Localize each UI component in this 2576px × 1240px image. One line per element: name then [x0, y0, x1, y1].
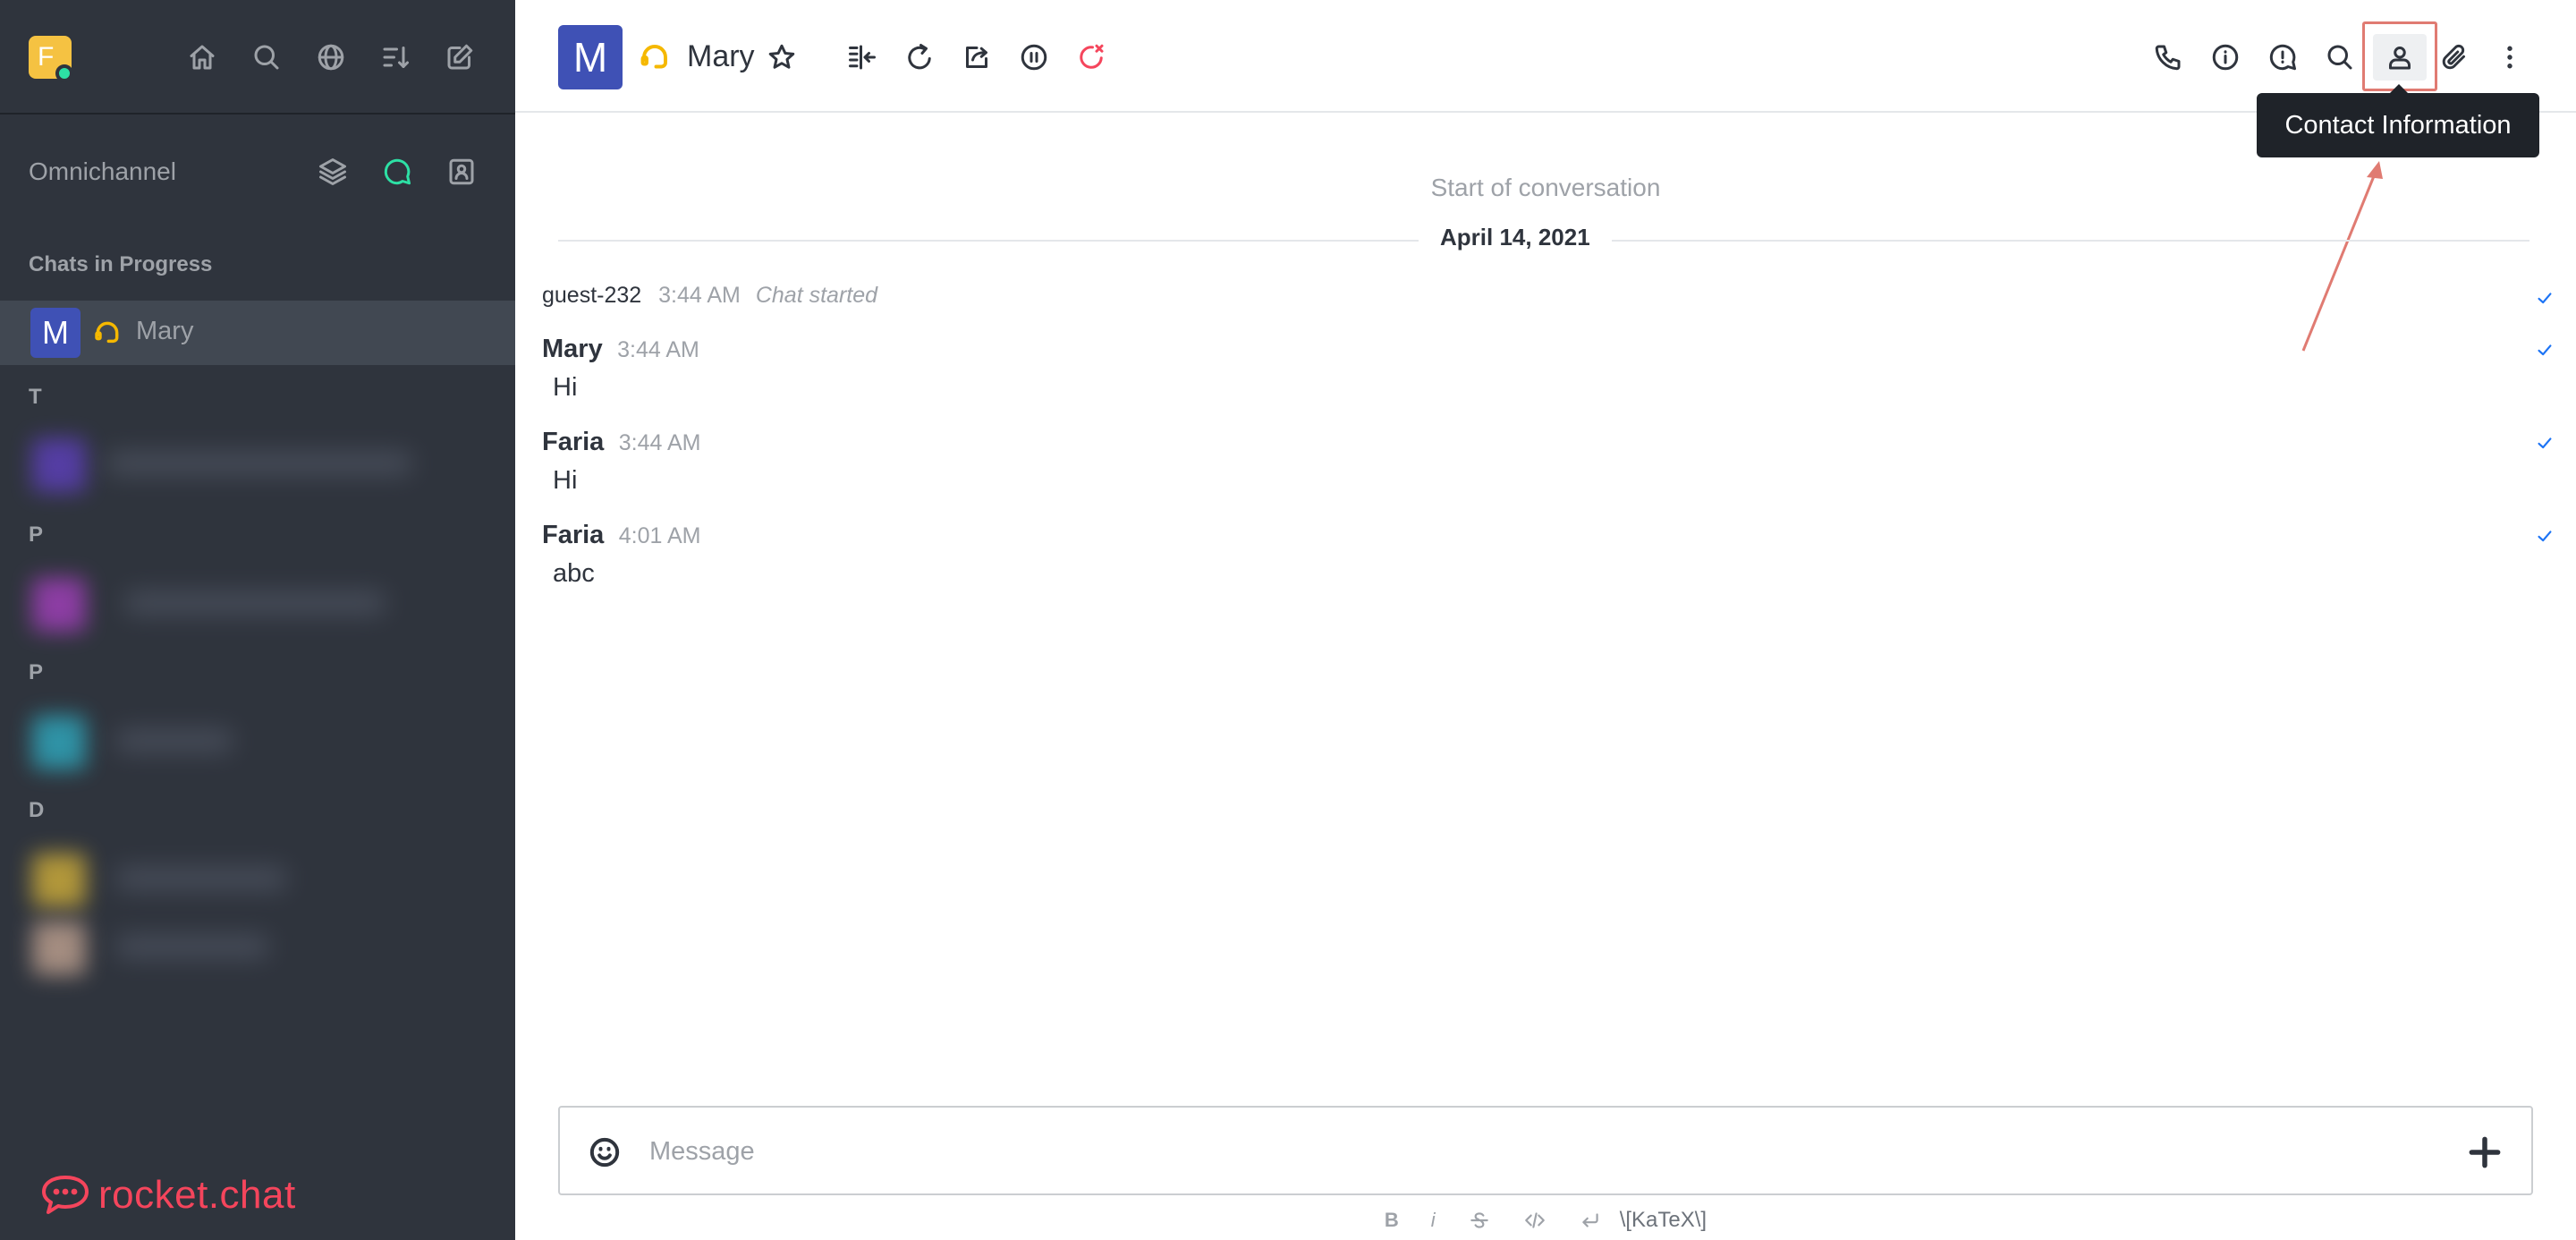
blurred-item-label: [116, 868, 286, 889]
star-icon[interactable]: [762, 38, 801, 77]
sidebar-item-mary[interactable]: M Mary: [0, 301, 515, 365]
blurred-item-label: [125, 592, 385, 614]
room-avatar: M: [30, 308, 80, 358]
blurred-section-heading: P: [29, 522, 44, 547]
date-label: April 14, 2021: [1419, 224, 1612, 251]
read-check-icon: [2535, 433, 2555, 453]
message-time: 4:01 AM: [618, 523, 701, 548]
livechat-agent-icon: [93, 318, 122, 347]
message-input[interactable]: [649, 1125, 2402, 1177]
search-icon[interactable]: [249, 39, 284, 75]
room-header-avatar[interactable]: M: [558, 25, 623, 89]
brand-name: rocket.chat: [98, 1173, 296, 1217]
system-message-time: 3:44 AM: [658, 283, 741, 308]
pause-icon[interactable]: [1014, 38, 1054, 77]
bold-button[interactable]: B: [1385, 1209, 1399, 1232]
blurred-avatar: [32, 578, 86, 632]
read-check-icon: [2535, 288, 2555, 308]
message-username[interactable]: Mary: [542, 335, 603, 363]
chats-in-progress-heading: Chats in Progress: [29, 252, 213, 276]
livechat-agent-icon: [639, 41, 671, 73]
system-message: guest-232 3:44 AM Chat started: [542, 283, 2555, 309]
blurred-section-heading: P: [29, 660, 44, 684]
message-username[interactable]: Faria: [542, 428, 604, 456]
move-to-queue-icon[interactable]: [843, 38, 882, 77]
blurred-item-label: [116, 936, 268, 957]
blurred-item-label: [116, 730, 233, 752]
search-messages-icon[interactable]: [2320, 38, 2360, 77]
read-check-icon: [2535, 526, 2555, 546]
info-icon[interactable]: [2206, 38, 2245, 77]
room-title: Mary: [687, 39, 755, 73]
rocket-chat-logo: rocket.chat: [39, 1172, 296, 1219]
message-time: 3:44 AM: [618, 430, 701, 455]
omnichannel-bar: Omnichannel: [0, 143, 515, 204]
message-composer: [558, 1106, 2533, 1195]
message-body: abc: [553, 559, 595, 588]
attachment-icon[interactable]: [2435, 38, 2474, 77]
sidebar-item-label: Mary: [136, 317, 194, 345]
sidebar: F Omnichannel Chats in Progress M Mary T…: [0, 0, 515, 1240]
start-of-conversation: Start of conversation: [1430, 174, 1661, 201]
sidebar-topbar: F: [0, 0, 515, 115]
omnichannel-label: Omnichannel: [29, 157, 176, 185]
contact-information-icon[interactable]: [2380, 38, 2419, 77]
blurred-section-heading: T: [29, 385, 42, 409]
queue-layers-icon[interactable]: [315, 154, 351, 190]
sort-icon[interactable]: [377, 39, 413, 75]
message-item[interactable]: Faria 4:01 AM abc: [542, 521, 2555, 589]
create-new-icon[interactable]: [442, 39, 478, 75]
close-chat-icon[interactable]: [1072, 38, 1111, 77]
contact-center-icon[interactable]: [444, 154, 479, 190]
code-icon[interactable]: [1523, 1209, 1546, 1232]
forward-chat-icon[interactable]: [900, 38, 939, 77]
blurred-avatar: [32, 922, 86, 975]
blurred-avatar: [32, 438, 86, 492]
italic-button[interactable]: i: [1431, 1209, 1436, 1232]
strikethrough-icon[interactable]: [1468, 1209, 1491, 1232]
blurred-avatar: [32, 854, 86, 907]
message-username[interactable]: Faria: [542, 521, 604, 549]
multiline-icon[interactable]: [1579, 1209, 1602, 1232]
system-message-user[interactable]: guest-232: [542, 283, 641, 308]
system-message-text: Chat started: [755, 283, 878, 308]
directory-globe-icon[interactable]: [313, 39, 349, 75]
contact-information-tooltip: Contact Information: [2257, 93, 2539, 157]
formatting-toolbar: B i \[KaTeX\]: [515, 1204, 2576, 1236]
read-check-icon: [2535, 340, 2555, 360]
message-body: Hi: [553, 373, 578, 402]
katex-button[interactable]: \[KaTeX\]: [1620, 1208, 1707, 1233]
discussion-alert-icon[interactable]: [2263, 38, 2302, 77]
omnichannel-status-icon[interactable]: [379, 154, 415, 190]
message-item[interactable]: Mary 3:44 AM Hi: [542, 335, 2555, 403]
main-room: M Mary Contact Information Start of conv…: [515, 0, 2576, 1240]
kebab-menu-icon[interactable]: [2490, 38, 2529, 77]
plus-icon[interactable]: [2465, 1133, 2504, 1172]
message-body: Hi: [553, 466, 578, 495]
blurred-item-label: [107, 453, 411, 474]
message-item[interactable]: Faria 3:44 AM Hi: [542, 428, 2555, 496]
blurred-avatar: [32, 716, 86, 769]
emoji-icon[interactable]: [587, 1134, 623, 1170]
blurred-section-heading: D: [29, 798, 45, 822]
user-status-indicator: [55, 64, 73, 82]
transcript-icon[interactable]: [957, 38, 996, 77]
phone-icon[interactable]: [2148, 38, 2188, 77]
rocket-chat-logo-icon: [42, 1176, 89, 1214]
message-time: 3:44 AM: [617, 337, 699, 362]
home-icon[interactable]: [184, 39, 220, 75]
